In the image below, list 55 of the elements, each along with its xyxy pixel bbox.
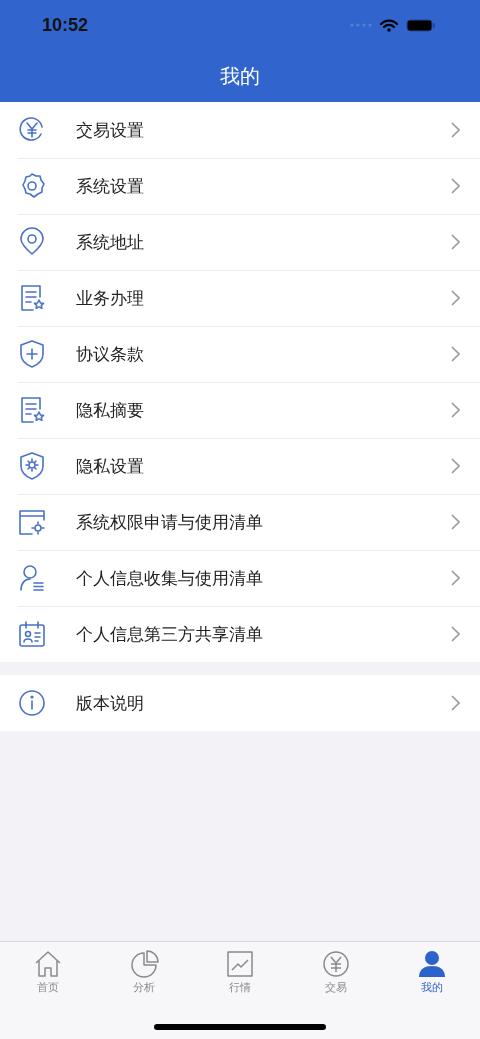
shield-plus-icon — [18, 339, 46, 369]
menu-label: 隐私摘要 — [76, 398, 145, 422]
menu-item[interactable]: 系统权限申请与使用清单 — [0, 494, 480, 550]
pie-chart-icon — [129, 949, 159, 979]
menu-label: 个人信息第三方共享清单 — [76, 622, 264, 646]
yen-icon — [321, 949, 351, 979]
document-star-icon — [18, 283, 46, 313]
chevron-right-icon — [451, 234, 460, 250]
battery-icon — [406, 18, 436, 32]
menu-label: 协议条款 — [76, 342, 145, 366]
user-icon — [417, 949, 447, 979]
menu-item[interactable]: 隐私设置 — [0, 438, 480, 494]
menu-label: 系统权限申请与使用清单 — [76, 510, 264, 534]
menu-label: 业务办理 — [76, 286, 145, 310]
chevron-right-icon — [451, 346, 460, 362]
tab[interactable]: 行情 — [192, 949, 288, 995]
menu-item[interactable]: 系统地址 — [0, 214, 480, 270]
menu-label: 系统设置 — [76, 174, 145, 198]
menu-item[interactable]: 版本说明 — [0, 675, 480, 731]
menu-item[interactable]: 系统设置 — [0, 158, 480, 214]
info-icon — [18, 688, 46, 718]
menu-label: 隐私设置 — [76, 454, 145, 478]
chevron-right-icon — [451, 178, 460, 194]
home-icon — [33, 949, 63, 979]
signal-icon — [350, 23, 372, 27]
line-chart-icon — [225, 949, 255, 979]
menu-item[interactable]: 个人信息第三方共享清单 — [0, 606, 480, 662]
menu-item[interactable]: 隐私摘要 — [0, 382, 480, 438]
chevron-right-icon — [451, 570, 460, 586]
location-pin-icon — [18, 227, 46, 257]
menu-label: 版本说明 — [76, 691, 145, 715]
menu-item[interactable]: 个人信息收集与使用清单 — [0, 550, 480, 606]
menu-item[interactable]: 交易设置 — [0, 102, 480, 158]
chevron-right-icon — [451, 290, 460, 306]
chevron-right-icon — [451, 458, 460, 474]
status-time: 10:52 — [42, 14, 89, 36]
shield-gear-icon — [18, 451, 46, 481]
document-star-icon — [18, 395, 46, 425]
wifi-icon — [380, 18, 398, 32]
chevron-right-icon — [451, 514, 460, 530]
menu-label: 系统地址 — [76, 230, 145, 254]
page-title: 我的 — [220, 62, 260, 90]
chevron-right-icon — [451, 122, 460, 138]
menu-label: 个人信息收集与使用清单 — [76, 566, 264, 590]
menu-item[interactable]: 协议条款 — [0, 326, 480, 382]
tab[interactable]: 首页 — [0, 949, 96, 995]
id-card-icon — [18, 619, 46, 649]
tab[interactable]: 我的 — [384, 949, 480, 995]
menu-item[interactable]: 业务办理 — [0, 270, 480, 326]
window-gear-icon — [18, 507, 46, 537]
person-list-icon — [18, 563, 46, 593]
chevron-right-icon — [451, 695, 460, 711]
chevron-right-icon — [451, 626, 460, 642]
chevron-right-icon — [451, 402, 460, 418]
menu-label: 交易设置 — [76, 118, 145, 142]
